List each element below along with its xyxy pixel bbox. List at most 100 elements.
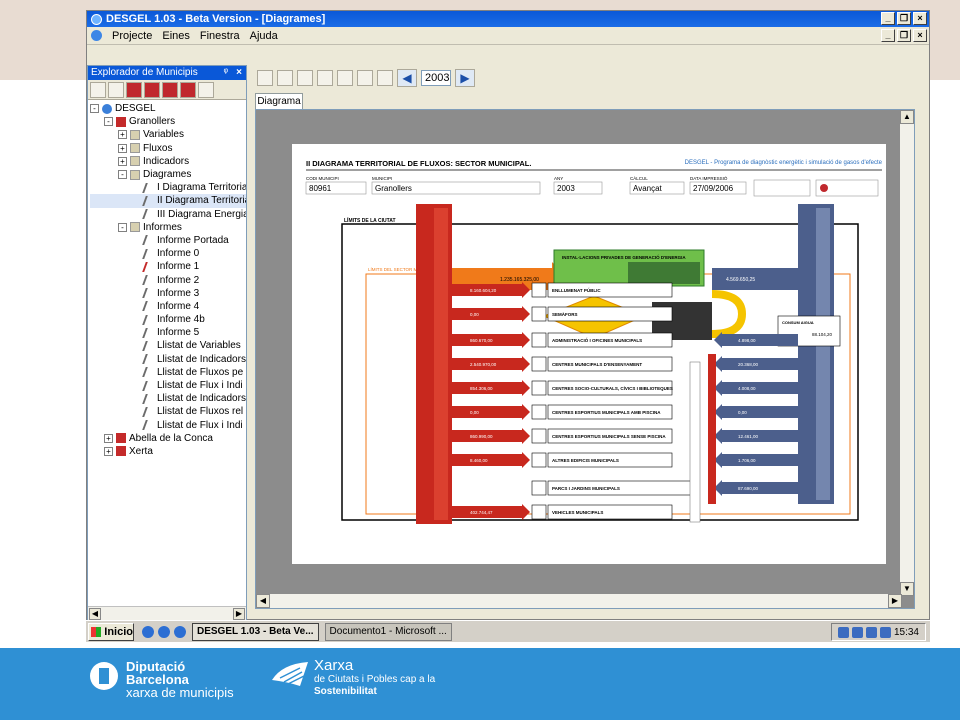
tree-node[interactable]: Llistat de Indicadors bbox=[90, 392, 246, 405]
print-icon[interactable] bbox=[257, 70, 273, 86]
refresh-icon[interactable] bbox=[277, 70, 293, 86]
collapse-icon[interactable]: - bbox=[90, 104, 99, 114]
viewer-hscrollbar[interactable]: ◀ ▶ bbox=[256, 594, 902, 608]
explorer-tool-book-3[interactable] bbox=[162, 81, 178, 98]
prev-year-button[interactable]: ◀ bbox=[397, 69, 417, 87]
tree-node[interactable]: III Diagrama Energia bbox=[90, 208, 246, 221]
city-limit-label: LÍMITS DE LA CIUTAT bbox=[344, 216, 396, 224]
antivirus-icon[interactable] bbox=[865, 626, 877, 638]
tree-node[interactable]: - Informes bbox=[90, 221, 246, 234]
tree-node[interactable]: Llistat de Fluxos rel bbox=[90, 405, 246, 418]
start-button[interactable]: Inicio bbox=[88, 622, 134, 641]
browser-icon[interactable] bbox=[158, 625, 170, 638]
tree-node[interactable]: + Indicadors bbox=[90, 155, 246, 168]
tree-node[interactable]: Informe 5 bbox=[90, 326, 246, 339]
expand-icon[interactable]: + bbox=[104, 446, 113, 456]
ie-icon[interactable] bbox=[142, 625, 154, 638]
collapse-icon[interactable]: - bbox=[118, 222, 127, 232]
explorer-tool-list[interactable] bbox=[198, 81, 214, 98]
explorer-tool-book-4[interactable] bbox=[180, 81, 196, 98]
explorer-tool-edit[interactable] bbox=[108, 81, 124, 98]
doc-minimize-button[interactable]: _ bbox=[881, 29, 895, 42]
menu-finestra[interactable]: Finestra bbox=[200, 30, 240, 42]
minimize-button[interactable]: _ bbox=[881, 12, 895, 25]
tree-node[interactable]: Llistat de Flux i Indi bbox=[90, 379, 246, 392]
tree-node[interactable]: + Xerta bbox=[90, 445, 246, 458]
zoom-icon[interactable] bbox=[297, 70, 313, 86]
copy-icon[interactable] bbox=[357, 70, 373, 86]
viewer-scroll-right-icon[interactable]: ▶ bbox=[888, 594, 902, 608]
collapse-icon[interactable]: - bbox=[118, 170, 127, 180]
tree-node[interactable]: Llistat de Indicadors bbox=[90, 353, 246, 366]
scroll-right-arrow-icon[interactable]: ▶ bbox=[233, 608, 245, 620]
expand-icon[interactable]: + bbox=[118, 143, 127, 153]
tree-node[interactable]: Llistat de Flux i Indi bbox=[90, 419, 246, 432]
menu-ajuda[interactable]: Ajuda bbox=[250, 30, 278, 42]
scroll-left-arrow-icon[interactable]: ◀ bbox=[89, 608, 101, 620]
tree-node[interactable]: - DESGEL bbox=[90, 102, 246, 115]
desktop-icon[interactable] bbox=[174, 625, 186, 638]
collapse-icon[interactable]: - bbox=[104, 117, 113, 127]
network-icon[interactable] bbox=[851, 626, 863, 638]
doc-restore-button[interactable]: ❐ bbox=[897, 29, 911, 42]
tree-node[interactable]: Informe 0 bbox=[90, 247, 246, 260]
tree-node[interactable]: + Variables bbox=[90, 128, 246, 141]
tree-node[interactable]: Informe 4 bbox=[90, 300, 246, 313]
tab-diagrama[interactable]: Diagrama bbox=[255, 93, 303, 109]
expand-icon[interactable]: + bbox=[118, 156, 127, 166]
explorer-tool-new[interactable] bbox=[90, 81, 106, 98]
year-field[interactable]: 2003 bbox=[421, 70, 451, 86]
zoom-dropdown-icon[interactable] bbox=[317, 70, 333, 86]
language-icon[interactable] bbox=[837, 626, 849, 638]
export-icon[interactable] bbox=[337, 70, 353, 86]
header-field-label: CODI MUNICIPI bbox=[306, 176, 339, 181]
diputacio-line-3: xarxa de municipis bbox=[126, 685, 234, 700]
menu-eines[interactable]: Eines bbox=[162, 30, 190, 42]
tree-node[interactable]: - Granollers bbox=[90, 115, 246, 128]
tree-node[interactable]: Informe Portada bbox=[90, 234, 246, 247]
explorer-tool-book-1[interactable] bbox=[126, 81, 142, 98]
pin-icon[interactable]: ᵠ bbox=[224, 66, 228, 80]
tree-node[interactable]: Informe 4b bbox=[90, 313, 246, 326]
tree-node[interactable]: Informe 2 bbox=[90, 273, 246, 286]
tree-node[interactable]: Llistat de Fluxos pe bbox=[90, 366, 246, 379]
doc-close-button[interactable]: × bbox=[913, 29, 927, 42]
left-flow-value: 2.540.970,00 bbox=[470, 362, 497, 367]
taskbar-item-word[interactable]: Documento1 - Microsoft ... bbox=[324, 622, 452, 641]
restore-button[interactable]: ❐ bbox=[897, 12, 911, 25]
window-titlebar[interactable]: DESGEL 1.03 - Beta Version - [Diagrames]… bbox=[87, 11, 929, 27]
municipality-explorer: Explorador de Municipis ᵠ × - DESGEL - Gran… bbox=[87, 65, 247, 621]
tree-node[interactable]: I Diagrama Territorial bbox=[90, 181, 246, 194]
tree-node-label: Informe 1 bbox=[157, 261, 200, 273]
menu-projecte[interactable]: Projecte bbox=[112, 30, 152, 42]
top-flow-value: 1.235.165.325,00 bbox=[500, 277, 539, 283]
viewer-vscrollbar[interactable]: ▲ ▼ bbox=[900, 110, 914, 596]
explorer-tool-book-2[interactable] bbox=[144, 81, 160, 98]
expand-icon[interactable]: + bbox=[118, 130, 127, 140]
close-button[interactable]: × bbox=[913, 12, 927, 25]
explorer-close-icon[interactable]: × bbox=[236, 66, 242, 80]
tree-node[interactable]: - Diagrames bbox=[90, 168, 246, 181]
tree-node[interactable]: Llistat de Variables bbox=[90, 339, 246, 352]
tree-node[interactable]: + Fluxos bbox=[90, 142, 246, 155]
tree-node[interactable]: II Diagrama Territorial bbox=[90, 194, 246, 208]
scroll-down-arrow-icon[interactable]: ▼ bbox=[900, 582, 914, 596]
viewer-scroll-left-icon[interactable]: ◀ bbox=[256, 594, 270, 608]
scroll-up-arrow-icon[interactable]: ▲ bbox=[900, 110, 914, 124]
left-flow-bar bbox=[452, 308, 522, 320]
expand-icon[interactable]: + bbox=[104, 433, 113, 443]
next-year-button[interactable]: ▶ bbox=[455, 69, 475, 87]
taskbar-item-desgel[interactable]: DESGEL 1.03 - Beta Ve... bbox=[192, 622, 319, 641]
folder-icon bbox=[130, 129, 140, 140]
taskbar-word-label: Documento1 - Microsoft ... bbox=[329, 626, 447, 637]
tree-node[interactable]: + Abella de la Conca bbox=[90, 432, 246, 445]
tree-node[interactable]: Informe 3 bbox=[90, 287, 246, 300]
page-icon[interactable] bbox=[377, 70, 393, 86]
tree-node-label: Informe 5 bbox=[157, 327, 200, 339]
book-icon bbox=[116, 446, 126, 457]
doc-icon bbox=[142, 195, 156, 206]
row-label: ALTRES EDIFICIS MUNICIPALS bbox=[552, 458, 619, 463]
tree-node[interactable]: Informe 1 bbox=[90, 260, 246, 273]
explorer-hscrollbar[interactable]: ◀ ▶ bbox=[88, 606, 246, 620]
volume-icon[interactable] bbox=[879, 626, 891, 638]
